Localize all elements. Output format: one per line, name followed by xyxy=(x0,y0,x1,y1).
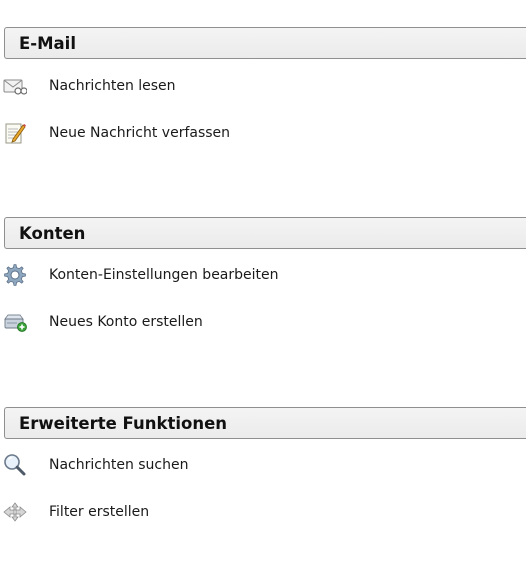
filter-icon xyxy=(2,499,28,525)
gear-icon xyxy=(2,262,28,288)
section-header-advanced: Erweiterte Funktionen xyxy=(4,407,526,439)
section-advanced-features: Erweiterte Funktionen Nachrichten suchen xyxy=(3,407,526,522)
search-icon xyxy=(2,452,28,478)
create-account-label: Neues Konto erstellen xyxy=(49,314,203,330)
edit-account-settings-link[interactable]: Konten-Einstellungen bearbeiten xyxy=(4,261,304,289)
search-messages-link[interactable]: Nachrichten suchen xyxy=(4,451,304,479)
account-central-page: E-Mail Nachrichten lesen Neue Nachricht … xyxy=(0,0,526,561)
section-header-email: E-Mail xyxy=(4,27,526,59)
read-messages-label: Nachrichten lesen xyxy=(49,78,176,94)
read-messages-link[interactable]: Nachrichten lesen xyxy=(2,72,304,100)
compose-message-label: Neue Nachricht verfassen xyxy=(49,125,231,141)
envelope-read-icon xyxy=(2,73,28,99)
compose-message-link[interactable]: Neue Nachricht verfassen xyxy=(4,119,304,147)
edit-account-settings-label: Konten-Einstellungen bearbeiten xyxy=(49,267,279,283)
section-email: E-Mail Nachrichten lesen Neue Nachricht … xyxy=(3,27,526,144)
compose-note-icon xyxy=(2,120,28,146)
create-account-link[interactable]: Neues Konto erstellen xyxy=(4,308,304,336)
section-header-accounts: Konten xyxy=(4,217,526,249)
create-filter-link[interactable]: Filter erstellen xyxy=(2,498,304,526)
search-messages-label: Nachrichten suchen xyxy=(49,457,189,473)
add-account-icon xyxy=(2,309,28,335)
create-filter-label: Filter erstellen xyxy=(49,504,150,520)
section-accounts: Konten Konten-Einstellungen bearbeiten N… xyxy=(4,217,526,332)
